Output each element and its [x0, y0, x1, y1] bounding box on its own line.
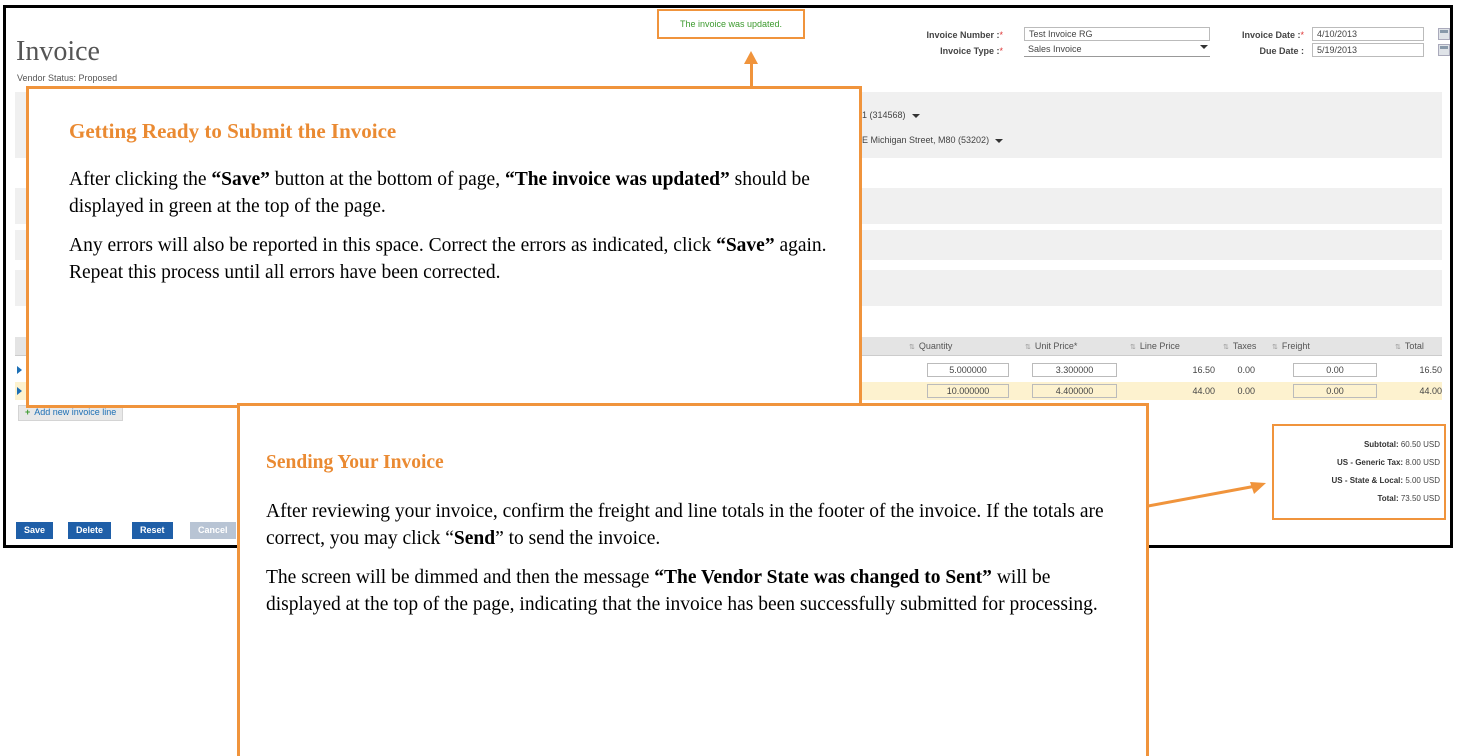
callout-arrow	[1148, 482, 1266, 508]
callout-send-invoice: Sending Your Invoice After reviewing you…	[237, 403, 1149, 756]
totals-summary: Subtotal: 60.50 USD US - Generic Tax: 8.…	[1272, 424, 1446, 520]
row-expand-icon[interactable]	[17, 366, 22, 374]
chevron-down-icon	[995, 138, 1004, 143]
calendar-icon[interactable]	[1438, 44, 1450, 56]
column-quantity[interactable]: Quantity	[909, 341, 953, 351]
cancel-button: Cancel	[190, 522, 236, 539]
vendor-status: Vendor Status: Proposed	[17, 73, 118, 83]
callout-arrow-head	[744, 51, 758, 64]
vendor-select[interactable]: 1 (314568)	[862, 110, 920, 120]
save-button[interactable]: Save	[16, 522, 54, 539]
due-date-field[interactable]: 5/19/2013	[1312, 43, 1424, 57]
column-taxes[interactable]: Taxes	[1223, 341, 1257, 351]
invoice-type-label: Invoice Type :*	[940, 46, 1003, 56]
callout-submit-invoice: Getting Ready to Submit the Invoice Afte…	[26, 86, 862, 408]
row-expand-icon[interactable]	[17, 387, 22, 395]
callout-paragraph: The screen will be dimmed and then the m…	[266, 567, 1098, 615]
quantity-field[interactable]: 5.000000	[927, 363, 1009, 377]
total-row: Total: 73.50 USD	[1377, 494, 1440, 503]
page-title: Invoice	[16, 36, 100, 67]
invoice-type-select[interactable]: Sales Invoice	[1024, 43, 1210, 57]
invoice-date-label: Invoice Date :*	[1241, 30, 1304, 40]
quantity-field[interactable]: 10.000000	[927, 384, 1009, 398]
subtotal-row: Subtotal: 60.50 USD	[1363, 440, 1440, 449]
line-price: 16.50	[1192, 365, 1215, 375]
invoice-date-field[interactable]: 4/10/2013	[1312, 27, 1424, 41]
column-total[interactable]: Total	[1395, 341, 1424, 351]
column-freight[interactable]: Freight	[1272, 341, 1310, 351]
line-total: 16.50	[1419, 365, 1442, 375]
taxes: 0.00	[1237, 386, 1255, 396]
line-price: 44.00	[1192, 386, 1215, 396]
success-message: The invoice was updated.	[657, 9, 805, 39]
freight-field[interactable]: 0.00	[1293, 384, 1377, 398]
chevron-down-icon	[911, 113, 920, 118]
callout-arrow	[750, 64, 753, 86]
callout-paragraph: After reviewing your invoice, confirm th…	[266, 501, 1104, 549]
callout-paragraph: Any errors will also be reported in this…	[69, 235, 827, 283]
freight-field[interactable]: 0.00	[1293, 363, 1377, 377]
callout-title: Sending Your Invoice	[266, 452, 444, 473]
callout-paragraph: After clicking the “Save” button at the …	[69, 169, 810, 217]
unit-price-field[interactable]: 3.300000	[1032, 363, 1117, 377]
due-date-label: Due Date :	[1259, 46, 1304, 56]
state-local-tax-row: US - State & Local: 5.00 USD	[1331, 476, 1441, 485]
address-select[interactable]: E Michigan Street, M80 (53202)	[862, 135, 1004, 145]
callout-title: Getting Ready to Submit the Invoice	[69, 119, 397, 143]
calendar-icon[interactable]	[1438, 28, 1450, 40]
column-unit-price[interactable]: Unit Price*	[1025, 341, 1078, 351]
column-line-price[interactable]: Line Price	[1130, 341, 1180, 351]
generic-tax-row: US - Generic Tax: 8.00 USD	[1336, 458, 1440, 467]
line-total: 44.00	[1419, 386, 1442, 396]
reset-button[interactable]: Reset	[132, 522, 173, 539]
invoice-number-label: Invoice Number :*	[926, 30, 1003, 40]
delete-button[interactable]: Delete	[68, 522, 112, 539]
taxes: 0.00	[1237, 365, 1255, 375]
plus-icon: +	[25, 407, 31, 417]
invoice-number-field[interactable]: Test Invoice RG	[1024, 27, 1210, 41]
unit-price-field[interactable]: 4.400000	[1032, 384, 1117, 398]
chevron-down-icon	[1200, 45, 1208, 49]
